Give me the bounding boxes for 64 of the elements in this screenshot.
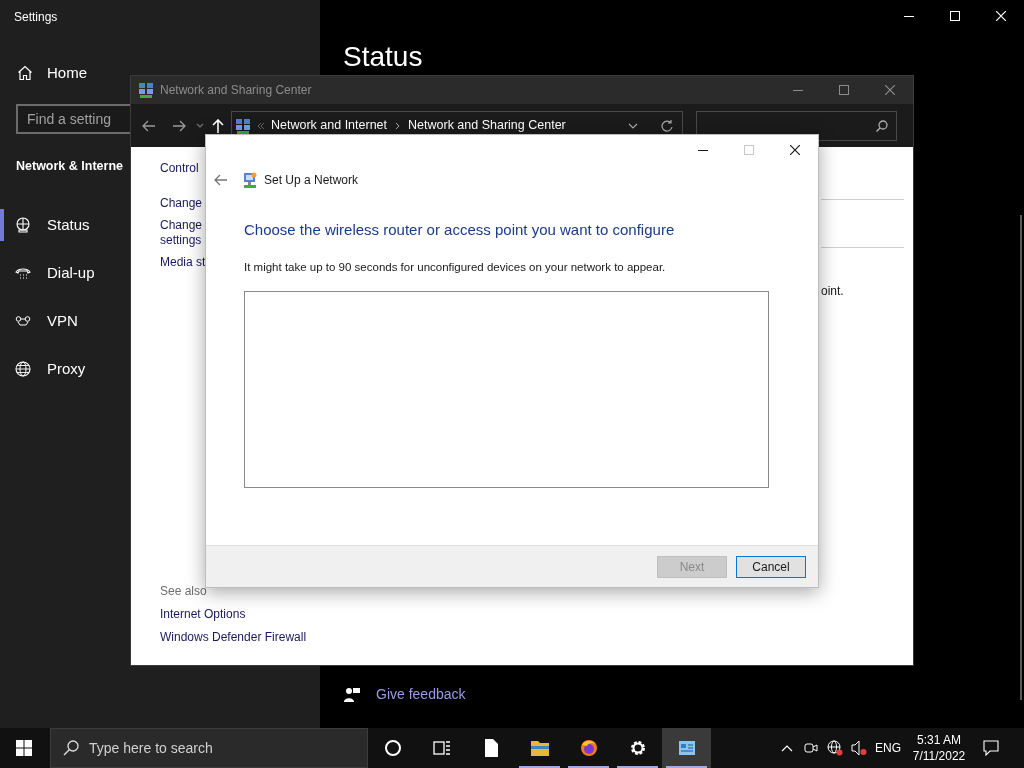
dialog-heading: Choose the wireless router or access point you want to configure — [244, 220, 675, 240]
sidebar-link[interactable]: Media st — [160, 255, 206, 270]
close-icon[interactable] — [790, 145, 800, 155]
notification-icon[interactable] — [983, 740, 999, 756]
taskbar-button[interactable] — [662, 728, 711, 768]
phone-icon[interactable] — [15, 265, 31, 281]
globe-icon[interactable] — [15, 361, 31, 377]
nav-item[interactable]: Dial-up — [47, 261, 95, 285]
dropdown-icon[interactable] — [628, 122, 638, 129]
section-label: See also — [160, 584, 207, 599]
language-indicator[interactable]: ENG — [871, 739, 905, 757]
chevron-icon — [257, 121, 265, 130]
windows-logo-icon[interactable] — [16, 740, 32, 756]
feedback-link[interactable]: Give feedback — [376, 684, 466, 705]
clock-date[interactable]: 7/11/2022 — [912, 748, 966, 764]
task-view-icon[interactable] — [432, 739, 451, 757]
vpn-icon[interactable] — [15, 313, 31, 329]
network-setup-icon — [242, 172, 258, 188]
clock-time[interactable]: 5:31 AM — [917, 732, 961, 748]
refresh-icon[interactable] — [661, 119, 673, 132]
circle-icon[interactable] — [383, 739, 402, 757]
sidebar-link[interactable]: Change — [160, 218, 203, 233]
page-heading: Status — [343, 40, 423, 74]
scrollbar[interactable] — [1020, 215, 1022, 700]
camera-icon[interactable] — [804, 741, 818, 755]
search-bar[interactable]: Type here to search — [50, 728, 368, 768]
globe-icon[interactable] — [827, 740, 843, 756]
search-icon[interactable] — [876, 119, 888, 132]
muted-speaker-icon[interactable] — [851, 740, 867, 756]
nav-item[interactable]: VPN — [47, 309, 78, 333]
dialog-title: Set Up a Network — [264, 172, 359, 189]
network-icon — [235, 117, 251, 134]
instruction-text: It might take up to 90 seconds for unconfigured devices on your network to appear. — [244, 260, 666, 275]
control-panel-icon[interactable] — [677, 739, 696, 757]
nav-item[interactable]: Status — [47, 213, 90, 237]
chevron-right-icon — [395, 121, 401, 130]
gear-icon[interactable] — [628, 739, 647, 757]
sidebar-link[interactable]: Internet Options — [160, 607, 246, 622]
chevron-up-icon[interactable] — [781, 744, 793, 752]
globe-flame-icon[interactable] — [579, 739, 598, 757]
home-link[interactable]: Home — [47, 61, 87, 85]
sidebar-link[interactable]: Control — [160, 161, 199, 176]
search-field[interactable]: Type here to search — [89, 737, 289, 759]
cancel-button[interactable]: Cancel — [736, 555, 806, 578]
sidebar-link[interactable]: settings — [160, 233, 202, 248]
sidebar-link[interactable]: Windows Defender Firewall — [160, 630, 307, 645]
home-icon[interactable] — [17, 65, 33, 81]
breadcrumb-item[interactable]: Network and Sharing Center — [408, 116, 566, 135]
back-arrow-icon[interactable] — [142, 119, 156, 132]
folder-icon[interactable] — [530, 739, 549, 757]
dropdown-icon[interactable] — [196, 123, 204, 128]
search-icon — [63, 740, 79, 756]
section-title: Network & Interne — [16, 158, 123, 175]
up-arrow-icon[interactable] — [212, 118, 224, 133]
window-title: Network and Sharing Center — [160, 82, 312, 99]
breadcrumb-item[interactable]: Network and Internet — [271, 116, 388, 135]
network-icon — [138, 82, 154, 98]
window-title: Settings — [14, 9, 58, 25]
body-text: oint. — [821, 284, 844, 299]
forward-arrow-icon[interactable] — [172, 119, 186, 132]
sidebar-link[interactable]: Change — [160, 196, 203, 211]
globe-monitor-icon[interactable] — [15, 217, 31, 233]
back-arrow-icon[interactable] — [214, 174, 228, 186]
nav-item[interactable]: Proxy — [47, 357, 86, 381]
